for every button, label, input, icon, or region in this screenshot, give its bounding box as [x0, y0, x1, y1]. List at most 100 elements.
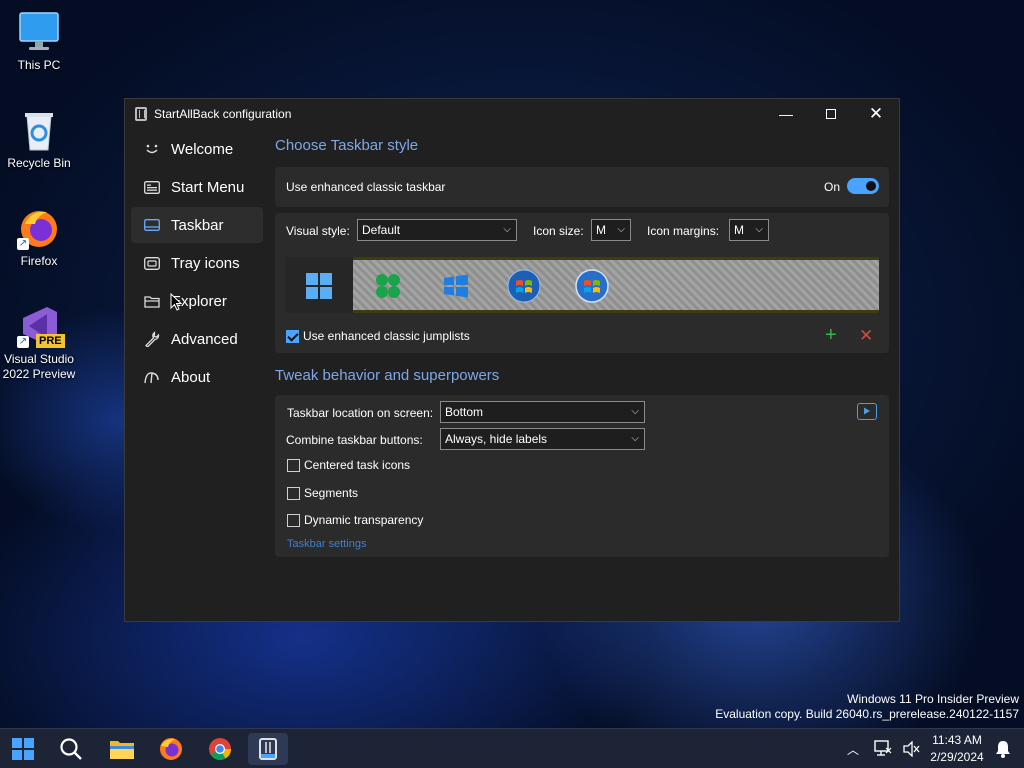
chevron-down-icon: ⌵ [503, 224, 511, 235]
chevron-down-icon: ⌵ [631, 433, 639, 444]
video-play-icon[interactable] [857, 403, 877, 420]
centered-icons-label: Centered task icons [304, 458, 411, 472]
taskbar-location-select[interactable]: Bottom ⌵ [440, 401, 645, 423]
sidebar-item-label: Start Menu [171, 178, 245, 196]
visual-style-label: Visual style: [286, 224, 350, 238]
search-icon [60, 738, 82, 760]
notification-bell-icon[interactable] [995, 740, 1011, 761]
tray-icon [143, 255, 161, 271]
taskbar-icon [143, 217, 161, 233]
startallback-icon [259, 738, 277, 760]
network-icon[interactable] [874, 740, 892, 759]
combine-buttons-label: Combine taskbar buttons: [286, 433, 423, 447]
shortcut-arrow-icon: ↗ [17, 238, 29, 250]
clock-time[interactable]: 11:43 AM [928, 733, 986, 747]
startallback-button[interactable] [248, 733, 288, 765]
segments-row[interactable]: Segments [287, 486, 358, 500]
chevron-down-icon: ⌵ [631, 406, 639, 417]
mouse-cursor-icon [170, 293, 182, 311]
windows7-orb-icon [507, 269, 541, 303]
volume-muted-icon[interactable] [903, 740, 921, 760]
chevron-up-icon[interactable]: ︿ [847, 741, 859, 758]
desktop-icon-label: Recycle Bin [7, 156, 71, 170]
windows10-logo-icon [444, 274, 468, 298]
taskbar-settings-link[interactable]: Taskbar settings [287, 538, 366, 550]
file-explorer-icon [110, 741, 134, 759]
maximize-icon [826, 109, 836, 119]
tweak-behavior-card: Taskbar location on screen: Bottom ⌵ Com… [275, 395, 889, 557]
style-options-track [353, 257, 879, 313]
chrome-button[interactable] [200, 733, 240, 765]
sidebar-item-welcome[interactable]: Welcome [131, 131, 263, 167]
section-title-taskbar-style: Choose Taskbar style [275, 137, 419, 154]
sidebar-nav: Welcome Start Menu Taskbar Tray icons Ex… [131, 131, 263, 397]
chrome-icon [209, 738, 231, 760]
enhanced-taskbar-card: Use enhanced classic taskbar On [275, 167, 889, 207]
style-option-vista[interactable] [575, 269, 609, 303]
sidebar-item-label: About [171, 368, 211, 386]
title-bar[interactable]: StartAllBack configuration — ✕ [125, 99, 899, 129]
desktop-icon-visual-studio[interactable]: ↗ PRE Visual Studio 2022 Preview [0, 304, 78, 382]
jumplists-label: Use enhanced classic jumplists [303, 329, 470, 343]
file-explorer-button[interactable] [102, 733, 142, 765]
minimize-button[interactable]: — [763, 99, 809, 129]
sidebar-item-tray-icons[interactable]: Tray icons [131, 245, 263, 281]
desktop-icon-label: This PC [17, 58, 61, 72]
visual-studio-icon: ↗ PRE [17, 304, 65, 348]
dynamic-transparency-checkbox[interactable] [287, 513, 300, 527]
style-option-win7[interactable] [507, 269, 541, 303]
visual-style-select[interactable]: Default ⌵ [357, 219, 517, 241]
windows11-logo-icon [306, 273, 332, 299]
wrench-icon [143, 331, 161, 347]
evaluation-watermark: Windows 11 Pro Insider Preview Evaluatio… [715, 692, 1019, 722]
sidebar-item-about[interactable]: About [131, 359, 263, 395]
sidebar-item-taskbar[interactable]: Taskbar [131, 207, 263, 243]
search-button[interactable] [51, 733, 91, 765]
style-option-win10[interactable] [439, 269, 473, 303]
icon-margins-value: M [734, 223, 744, 237]
combine-buttons-select[interactable]: Always, hide labels ⌵ [440, 428, 645, 450]
sidebar-item-advanced[interactable]: Advanced [131, 321, 263, 357]
window-title: StartAllBack configuration [154, 107, 292, 121]
sidebar-item-explorer[interactable]: Explorer [131, 283, 263, 319]
info-icon [143, 369, 161, 385]
taskbar-style-strip [285, 257, 879, 313]
smiley-icon [143, 141, 161, 157]
vista-orb-icon [575, 269, 609, 303]
pre-badge: PRE [36, 334, 65, 348]
sidebar-item-start-menu[interactable]: Start Menu [131, 169, 263, 205]
segments-checkbox[interactable] [287, 486, 300, 500]
style-option-green[interactable] [371, 269, 405, 303]
firefox-button[interactable] [151, 733, 191, 765]
chevron-down-icon: ⌵ [617, 224, 625, 235]
taskbar-location-value: Bottom [445, 405, 484, 419]
close-button[interactable]: ✕ [853, 99, 899, 129]
add-icon[interactable]: + [825, 325, 837, 345]
icon-size-select[interactable]: M ⌵ [591, 219, 631, 241]
jumplists-checkbox-row[interactable]: Use enhanced classic jumplists [286, 329, 470, 343]
sidebar-item-label: Tray icons [171, 254, 240, 272]
enhanced-taskbar-label: Use enhanced classic taskbar [286, 180, 446, 194]
clover-logo-icon [376, 274, 400, 298]
dynamic-transparency-row[interactable]: Dynamic transparency [287, 513, 423, 527]
windows-logo-icon [12, 738, 34, 760]
start-button[interactable] [3, 733, 43, 765]
style-option-win11[interactable] [285, 257, 353, 313]
centered-icons-row[interactable]: Centered task icons [287, 458, 410, 472]
toggle-knob [866, 181, 876, 191]
desktop-icon-this-pc[interactable]: This PC [0, 10, 78, 73]
icon-size-label: Icon size: [533, 224, 584, 238]
label-line: Visual Studio [4, 352, 74, 366]
desktop-icon-firefox[interactable]: ↗ Firefox [0, 206, 78, 269]
segments-label: Segments [304, 486, 359, 500]
start-menu-icon [143, 179, 161, 195]
remove-icon[interactable]: ✕ [859, 327, 873, 344]
enhanced-taskbar-toggle[interactable] [847, 178, 879, 194]
clock-date[interactable]: 2/29/2024 [928, 750, 986, 764]
maximize-button[interactable] [808, 99, 854, 129]
app-icon [135, 107, 147, 121]
desktop-icon-recycle-bin[interactable]: Recycle Bin [0, 108, 78, 171]
icon-margins-select[interactable]: M ⌵ [729, 219, 769, 241]
jumplists-checkbox[interactable] [286, 329, 299, 343]
centered-icons-checkbox[interactable] [287, 458, 300, 472]
